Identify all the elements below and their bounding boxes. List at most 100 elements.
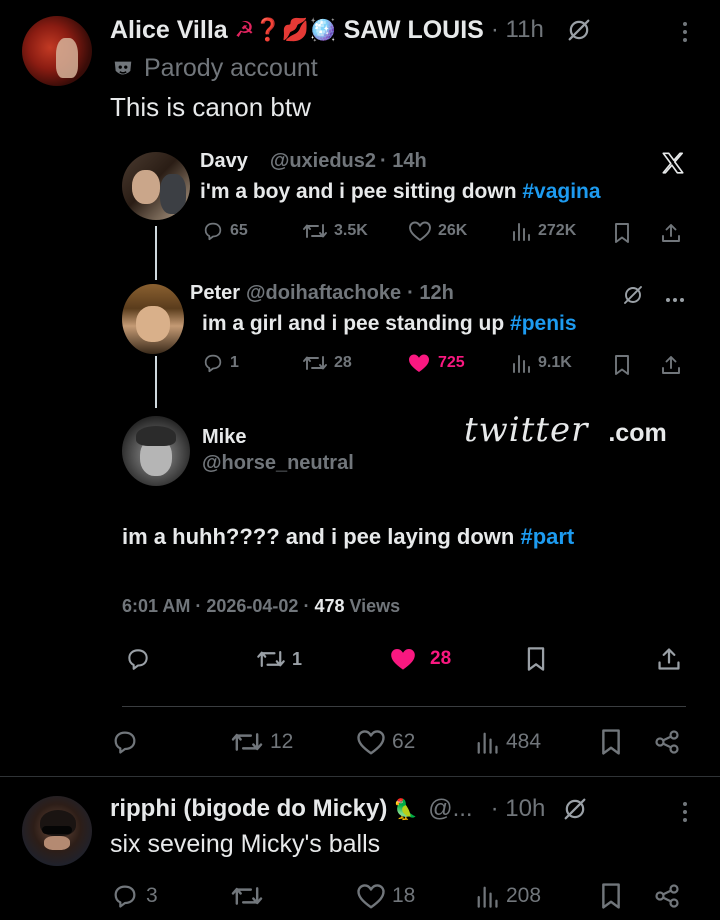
grok-icon (621, 283, 645, 312)
mask-icon (114, 61, 132, 74)
heart-filled-icon (409, 354, 429, 372)
watermark-script: twitter (464, 410, 589, 450)
reply-button[interactable]: 3 (110, 882, 158, 910)
mike-date: 2026-04-02 (206, 596, 299, 616)
thread-line (155, 226, 157, 280)
more-icon[interactable] (680, 20, 690, 44)
avatar (122, 416, 190, 486)
bookmark-icon (612, 222, 632, 249)
reply-button[interactable] (110, 728, 146, 756)
views-button[interactable]: 484 (474, 728, 541, 756)
retweet-icon (303, 356, 327, 370)
author-line: Alice Villa ☭❓💋🪩 SAW LOUIS · 11h (110, 12, 593, 48)
bookmark-icon (602, 883, 620, 909)
peter-name: Peter (190, 282, 241, 304)
retweet-button[interactable] (230, 882, 270, 910)
davy-retweet-stat: 3.5K (302, 220, 368, 242)
parody-label: Parody account (144, 54, 318, 82)
mike-handle: @horse_neutral (202, 452, 354, 474)
davy-handle: @uxiedus2 (269, 150, 377, 172)
davy-reply-stat: 65 (202, 220, 248, 242)
mike-retweet-stat: 1 (256, 646, 302, 672)
more-icon[interactable] (680, 800, 690, 824)
views-icon (477, 732, 498, 754)
mike-name: Mike (202, 426, 247, 448)
mike-text-plain: im a huhh???? and i pee laying down (122, 524, 521, 549)
embed-divider (122, 706, 686, 707)
davy-like-stat: 26K (408, 220, 467, 242)
watermark: twitter .com (464, 410, 667, 450)
share-icon (660, 222, 682, 249)
bookmark-button[interactable] (598, 882, 624, 915)
author-name-suffix[interactable]: SAW LOUIS (344, 16, 484, 45)
davy-views-stat: 272K (510, 220, 576, 242)
mike-views-label: Views (349, 596, 401, 616)
davy-header: Davy @uxiedus2 · 14h (200, 150, 427, 173)
avatar (122, 284, 184, 354)
mike-meta: 6:01 AM · 2026-04-02 · 478 Views (122, 596, 400, 617)
more-icon (664, 291, 686, 309)
views-button[interactable]: 208 (474, 882, 541, 910)
share-nodes-icon (655, 730, 679, 754)
share-nodes-icon (655, 884, 679, 908)
x-logo-icon (660, 150, 686, 181)
post-divider (0, 776, 720, 777)
mike-text: im a huhh???? and i pee laying down #par… (122, 524, 574, 550)
peter-handle: @doihaftachoke (246, 282, 402, 304)
peter-text: im a girl and i pee standing up #penis (202, 312, 577, 336)
post2-handle[interactable]: @... (428, 795, 472, 823)
davy-text: i'm a boy and i pee sitting down #vagina (200, 180, 601, 204)
views-icon (513, 223, 530, 241)
peter-header: Peter @doihaftachoke · 12h (190, 282, 454, 305)
davy-meta: @uxiedus2 · 14h (270, 150, 427, 173)
meta-separator: · (195, 596, 202, 616)
thread-line (155, 356, 157, 408)
avatar (122, 152, 190, 220)
share-icon (656, 646, 682, 677)
post2-author-name[interactable]: ripphi (bigode do Micky) (110, 795, 387, 823)
post2-author-emoji: 🦜 (393, 798, 419, 821)
grok-icon[interactable] (565, 16, 593, 44)
views-icon (513, 355, 530, 373)
peter-hashtag: #penis (510, 312, 577, 335)
post2-author-line: ripphi (bigode do Micky) 🦜 @... · 10h (110, 792, 589, 826)
davy-name: Davy (200, 150, 248, 172)
bookmark-icon (612, 354, 632, 381)
grok-icon[interactable] (561, 795, 589, 823)
peter-retweet-stat: 28 (302, 352, 352, 374)
retweet-button[interactable]: 12 (230, 728, 293, 756)
reply-icon (204, 354, 222, 373)
davy-hashtag: #vagina (522, 180, 601, 203)
share-icon (660, 354, 682, 381)
like-button[interactable]: 62 (356, 728, 415, 756)
author-name[interactable]: Alice Villa (110, 16, 228, 45)
reply-icon (204, 222, 222, 241)
reply-icon (124, 646, 152, 677)
heart-icon (357, 884, 385, 909)
parody-badge: Parody account (112, 54, 318, 83)
mike-time: 6:01 AM (122, 596, 191, 616)
mike-like-stat: 28 (388, 646, 451, 672)
avatar[interactable] (22, 796, 92, 866)
peter-like-stat: 725 (406, 352, 465, 374)
heart-icon (409, 221, 431, 241)
reply-icon (114, 885, 136, 908)
views-icon (477, 886, 498, 908)
like-button[interactable]: 18 (356, 882, 415, 910)
davy-time: · 14h (380, 150, 427, 172)
post2-time[interactable]: · 10h (491, 795, 546, 823)
share-button[interactable] (652, 728, 682, 761)
bookmark-button[interactable] (598, 728, 624, 761)
heart-filled-icon (391, 648, 415, 670)
bookmark-icon (524, 646, 548, 677)
mike-views-count: 478 (314, 596, 345, 616)
reply-icon (114, 731, 136, 754)
post-time[interactable]: · 11h (491, 16, 544, 44)
peter-text-plain: im a girl and i pee standing up (202, 312, 511, 335)
heart-icon (357, 730, 385, 755)
post2-text: six seveing Micky's balls (110, 830, 381, 858)
post-text: This is canon btw (110, 92, 311, 122)
avatar[interactable] (22, 16, 92, 86)
share-button[interactable] (652, 882, 682, 915)
davy-text-plain: i'm a boy and i pee sitting down (200, 180, 523, 203)
